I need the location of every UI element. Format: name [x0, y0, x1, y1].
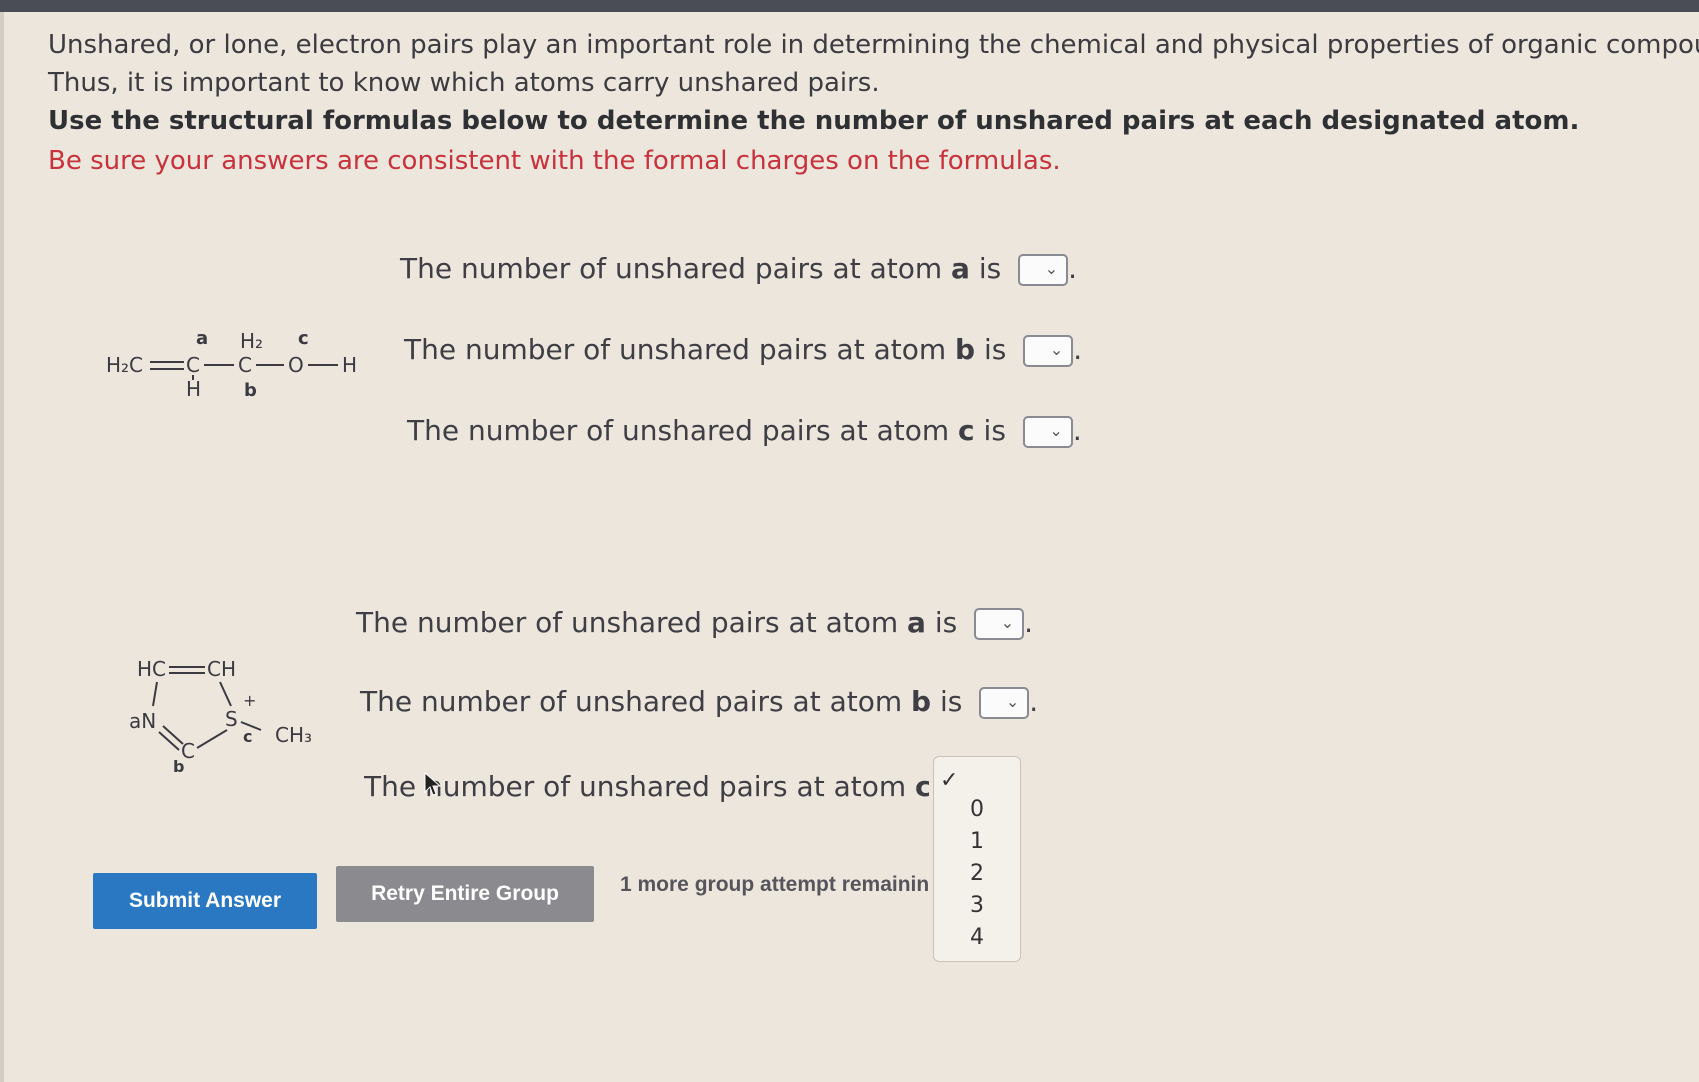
atom-a-label: a: [196, 328, 208, 349]
question-text: The number of unshared pairs at atom: [360, 685, 912, 718]
instruction-line-2: Thus, it is important to know which atom…: [48, 68, 880, 98]
atom-c-label: c: [298, 328, 309, 349]
ch3-label: CH₃: [275, 723, 312, 747]
atom-a-nitrogen: aN: [129, 709, 156, 733]
answer-dropdown-m1-c[interactable]: ⌄: [1022, 416, 1073, 448]
question-text: The: [364, 770, 425, 803]
dropdown-option[interactable]: 4: [934, 925, 1020, 950]
m1-question-b: The number of unshared pairs at atom b i…: [404, 333, 1083, 367]
atom-c-label: c: [243, 727, 252, 746]
chevron-down-icon: ⌄: [1044, 259, 1059, 278]
question-text: The number of unshared pairs at atom: [407, 414, 959, 447]
atom-letter: a: [951, 252, 970, 285]
instruction-line-1: Unshared, or lone, electron pairs play a…: [48, 30, 1699, 60]
question-text: The number of unshared pairs at atom: [356, 606, 908, 639]
m1-question-a: The number of unshared pairs at atom a i…: [400, 252, 1078, 286]
chevron-down-icon: ⌄: [1005, 692, 1020, 711]
atom-b-label: b: [244, 380, 257, 400]
atom-letter: c: [915, 770, 929, 803]
question-suffix: is: [969, 252, 1002, 285]
question-suffix: is: [931, 685, 963, 718]
browser-top-bar: [0, 0, 1699, 12]
m2-question-a: The number of unshared pairs at atom a i…: [356, 606, 1034, 640]
double-bond: [158, 731, 180, 751]
question-suffix: is: [925, 606, 958, 639]
dropdown-option[interactable]: 1: [934, 829, 1020, 854]
carbon-a: C: [186, 353, 200, 377]
question-text: The number of unshared pairs at atom: [400, 252, 952, 285]
sulfur-atom: S: [225, 707, 238, 731]
atom-b-label: b: [173, 757, 184, 776]
hydrogen-end: H: [342, 353, 357, 377]
h2c-label: H₂C: [106, 353, 143, 377]
single-bond: [152, 681, 158, 707]
question-text: The number of unshared pairs at atom: [404, 333, 956, 366]
double-bond: [162, 725, 184, 745]
plus-charge: +: [243, 691, 256, 710]
chevron-down-icon: ⌄: [1000, 613, 1015, 632]
oxygen-c: O: [288, 353, 304, 377]
molecule-1-structure: a H₂ c H₂C C C O H H b: [106, 328, 357, 400]
hc-label: HC: [137, 657, 166, 681]
single-bond: [219, 681, 232, 707]
h2-label: H₂: [240, 329, 263, 353]
hydrogen-on-a: H: [186, 377, 201, 400]
question-suffix: is: [974, 414, 1006, 447]
m2-question-c: The number of unshared pairs at atom c i…: [364, 770, 929, 803]
single-bond: [196, 729, 228, 749]
dropdown-option[interactable]: 3: [934, 893, 1020, 918]
instruction-line-3: Use the structural formulas below to det…: [48, 106, 1580, 136]
dropdown-option[interactable]: 0: [934, 797, 1020, 822]
submit-answer-button[interactable]: Submit Answer: [93, 873, 317, 929]
mouse-cursor-icon: [424, 772, 442, 796]
screen-edge: [0, 12, 4, 1082]
instruction-line-4: Be sure your answers are consistent with…: [48, 146, 1061, 176]
answer-dropdown-m1-a[interactable]: ⌄: [1018, 254, 1069, 286]
dropdown-option[interactable]: 2: [934, 861, 1020, 886]
retry-entire-group-button[interactable]: Retry Entire Group: [336, 866, 594, 922]
checkmark-icon[interactable]: ✓: [940, 768, 958, 793]
atom-letter: b: [955, 333, 976, 366]
atom-letter: b: [911, 685, 932, 718]
atom-letter: c: [958, 414, 975, 447]
m2-question-b: The number of unshared pairs at atom b i…: [360, 685, 1039, 719]
question-suffix: is: [975, 333, 1007, 366]
attempts-remaining-text: 1 more group attempt remainin: [620, 873, 930, 896]
chevron-down-icon: ⌄: [1049, 340, 1064, 359]
answer-dropdown-m2-a[interactable]: ⌄: [974, 608, 1025, 640]
ch-label: CH: [207, 657, 236, 681]
chevron-down-icon: ⌄: [1049, 421, 1063, 440]
question-text: number of unshared pairs at atom: [424, 770, 916, 803]
answer-dropdown-m1-b[interactable]: ⌄: [1023, 335, 1074, 367]
answer-dropdown-m2-b[interactable]: ⌄: [979, 687, 1030, 719]
atom-letter: a: [907, 606, 926, 639]
carbon-b: C: [238, 353, 252, 377]
molecule-2-structure: HC CH + aN S c CH₃ C b: [129, 657, 312, 776]
m1-question-c: The number of unshared pairs at atom c i…: [407, 414, 1082, 448]
